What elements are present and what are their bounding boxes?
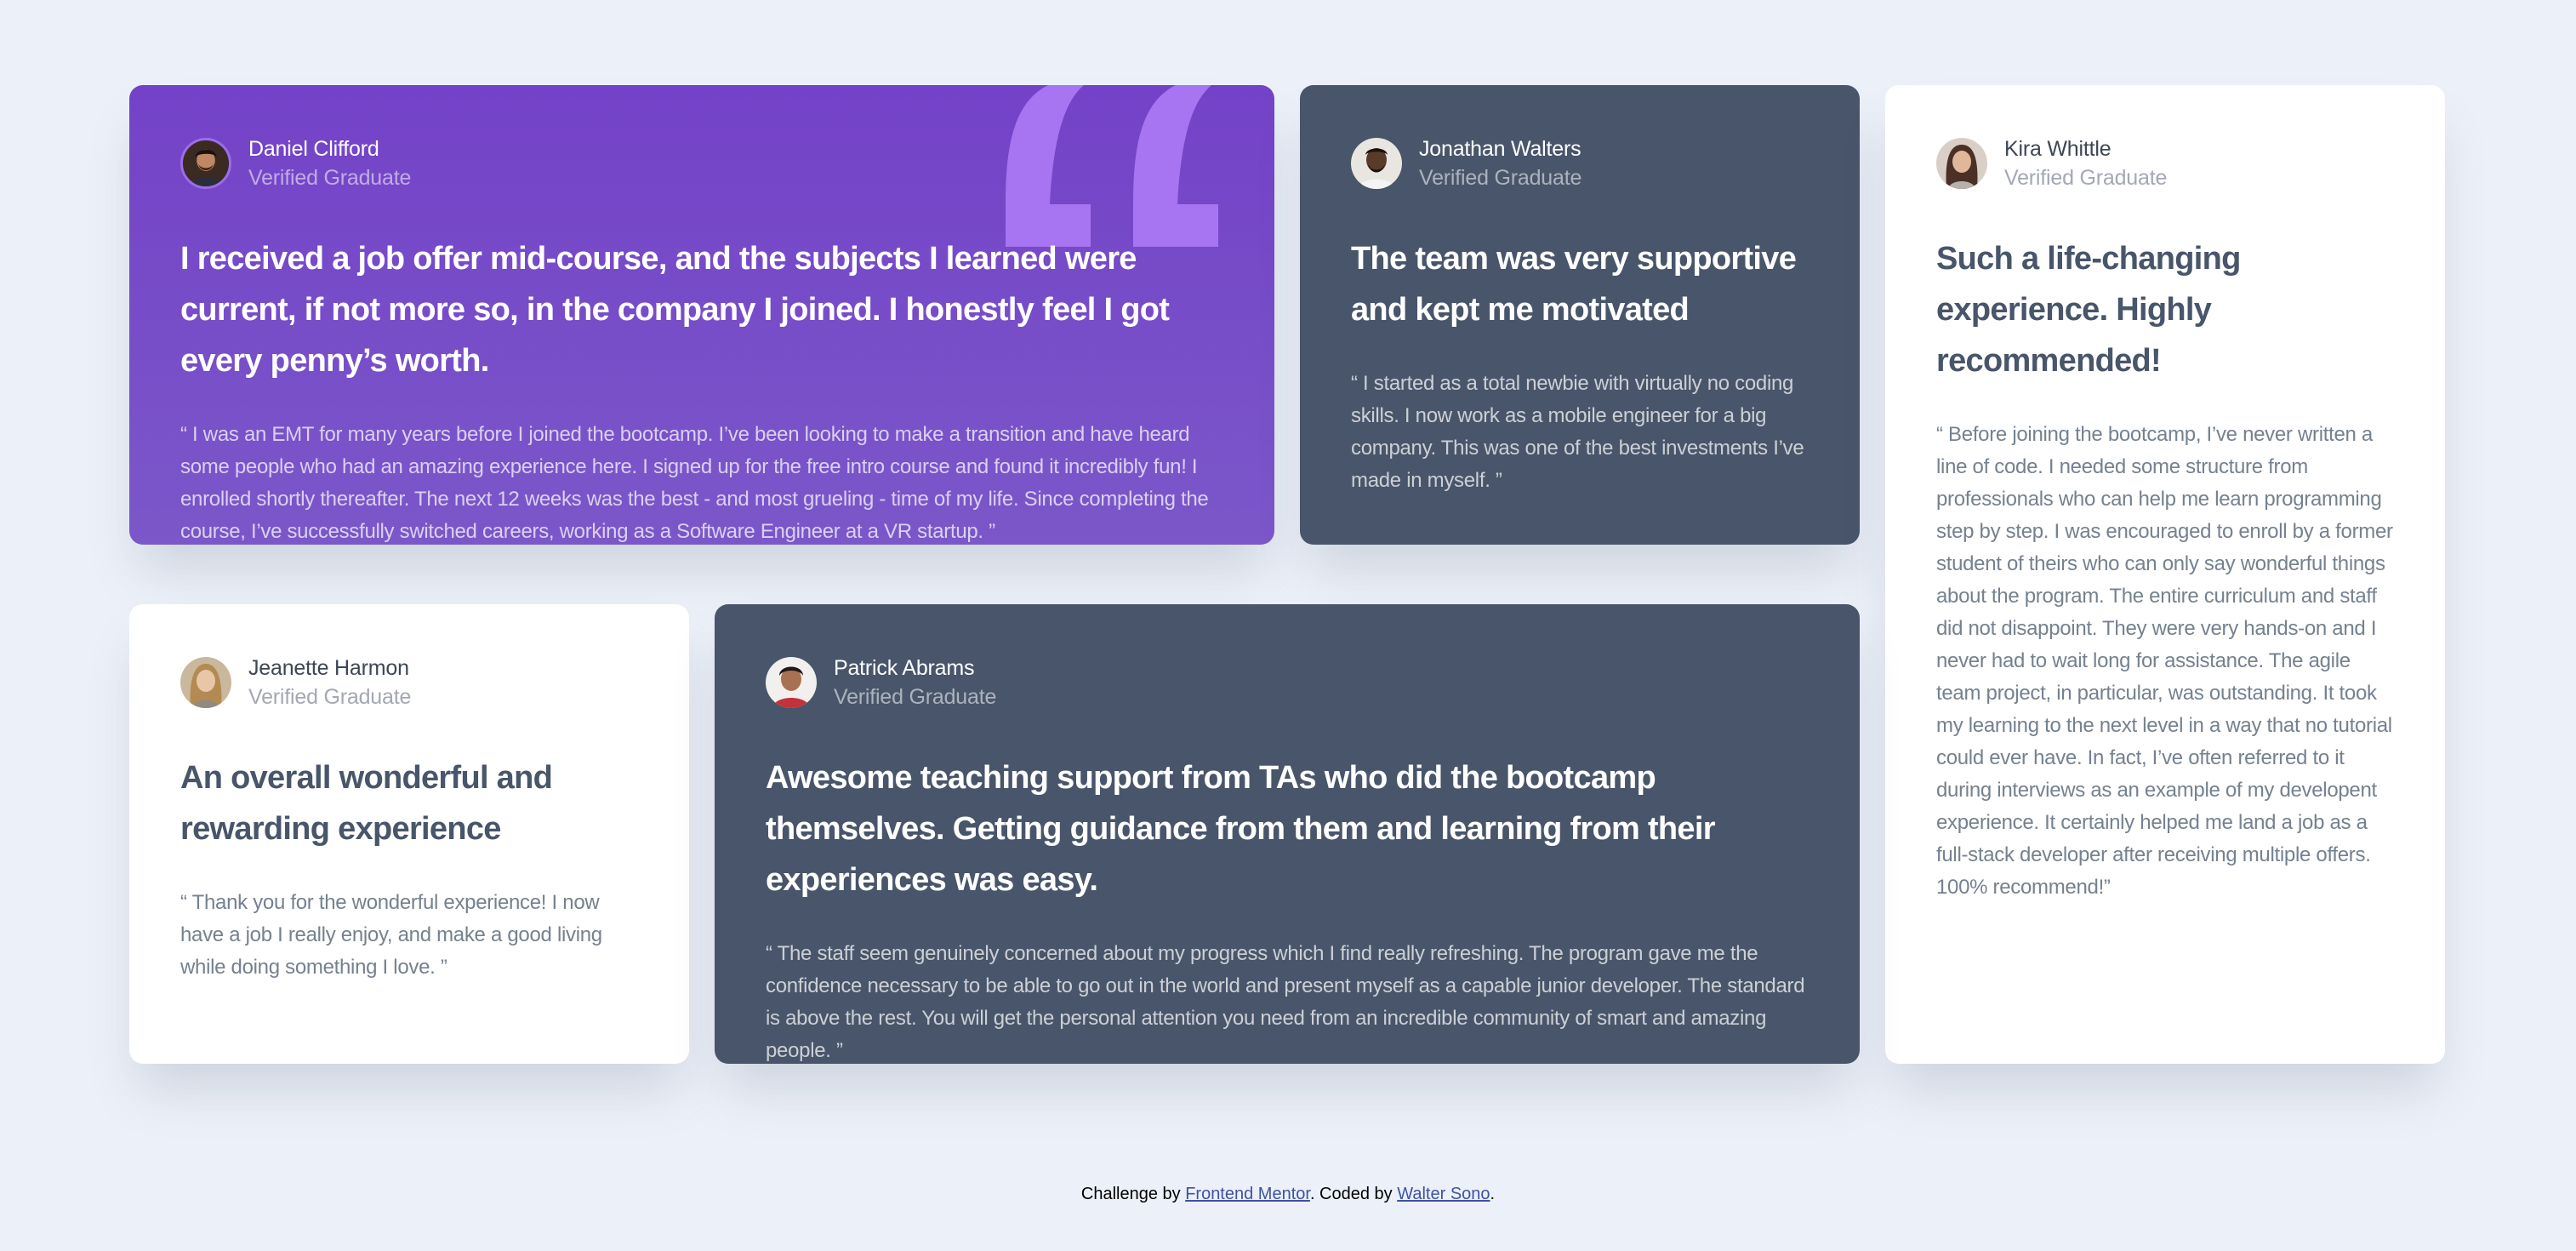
author-name: Patrick Abrams: [834, 656, 975, 680]
testimonial-card-daniel-clifford: Daniel Clifford Verified Graduate I rece…: [129, 85, 1274, 545]
testimonial-body: “ I was an EMT for many years before I j…: [180, 423, 1209, 543]
attribution-suffix: .: [1490, 1185, 1496, 1203]
author: Jonathan Walters Verified Graduate: [1351, 136, 1809, 191]
testimonial-card-patrick-abrams: Patrick Abrams Verified Graduate Awesome…: [715, 604, 1860, 1064]
author-role: Verified Graduate: [2004, 166, 2168, 190]
avatar: [766, 657, 817, 708]
author-name: Daniel Clifford: [248, 137, 379, 161]
attribution-prefix: Challenge by: [1080, 1185, 1186, 1203]
testimonial-headline: The team was very supportive and kept me…: [1351, 241, 1797, 328]
testimonial-headline: Such a life-changing experience. Highly …: [1936, 241, 2241, 379]
author: Kira Whittle Verified Graduate: [1936, 136, 2394, 191]
testimonial-card-jeanette-harmon: Jeanette Harmon Verified Graduate An ove…: [129, 604, 689, 1064]
author-role: Verified Graduate: [248, 685, 412, 709]
testimonial-card-jonathan-walters: Jonathan Walters Verified Graduate The t…: [1300, 85, 1860, 545]
testimonial-headline: An overall wonderful and rewarding exper…: [180, 760, 553, 847]
testimonial-body: “ Thank you for the wonderful experience…: [180, 891, 602, 979]
attribution-footer: Challenge by Frontend Mentor. Coded by W…: [0, 1180, 2576, 1208]
author: Daniel Clifford Verified Graduate: [180, 136, 1223, 191]
testimonial-body: “ The staff seem genuinely concerned abo…: [766, 942, 1805, 1062]
avatar: [1351, 138, 1402, 189]
author-name: Jeanette Harmon: [248, 656, 409, 680]
author: Jeanette Harmon Verified Graduate: [180, 655, 638, 710]
author-name: Jonathan Walters: [1419, 137, 1582, 161]
author-name: Kira Whittle: [2004, 137, 2112, 161]
author: Patrick Abrams Verified Graduate: [766, 655, 1809, 710]
testimonial-body: “ Before joining the bootcamp, I’ve neve…: [1936, 423, 2393, 899]
testimonial-body: “ I started as a total newbie with virtu…: [1351, 372, 1804, 492]
author-role: Verified Graduate: [1419, 166, 1582, 190]
testimonial-headline: Awesome teaching support from TAs who di…: [766, 760, 1716, 898]
author-link[interactable]: Walter Sono: [1397, 1185, 1490, 1203]
avatar: [1936, 138, 1987, 189]
author-role: Verified Graduate: [834, 685, 997, 709]
testimonial-headline: I received a job offer mid-course, and t…: [180, 241, 1170, 379]
avatar: [180, 138, 231, 189]
frontend-mentor-link[interactable]: Frontend Mentor: [1185, 1185, 1310, 1203]
author-role: Verified Graduate: [248, 166, 412, 190]
avatar: [180, 657, 231, 708]
attribution-middle: . Coded by: [1309, 1185, 1398, 1203]
testimonials-grid: Daniel Clifford Verified Graduate I rece…: [129, 85, 2447, 1064]
testimonial-card-kira-whittle: Kira Whittle Verified Graduate Such a li…: [1885, 85, 2445, 1064]
